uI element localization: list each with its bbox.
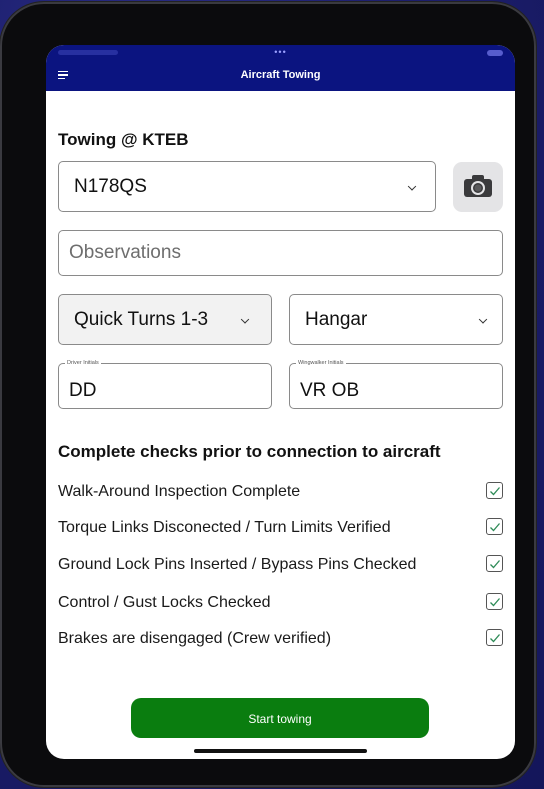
checks-heading: Complete checks prior to connection to a… bbox=[58, 442, 441, 461]
tablet-frame: ••• Aircraft Towing Towing @ KTEB N178QS… bbox=[0, 2, 536, 787]
turn-type-select[interactable]: Quick Turns 1-3 bbox=[58, 294, 272, 345]
checkbox[interactable] bbox=[486, 593, 503, 610]
app-screen: ••• Aircraft Towing Towing @ KTEB N178QS… bbox=[46, 45, 515, 759]
status-bar: ••• bbox=[46, 45, 515, 61]
check-item-label: Brakes are disengaged (Crew verified) bbox=[58, 630, 332, 647]
check-item-label: Walk-Around Inspection Complete bbox=[58, 483, 301, 500]
status-time-indicator bbox=[58, 50, 118, 55]
wingwalker-initials-label: Wingwalker Initials bbox=[296, 359, 346, 367]
check-item: Brakes are disengaged (Crew verified) bbox=[58, 629, 503, 650]
checkmark-icon bbox=[490, 487, 500, 496]
aircraft-select[interactable]: N178QS bbox=[58, 161, 436, 212]
chevron-down-icon bbox=[478, 314, 488, 324]
observations-placeholder: Observations bbox=[69, 242, 181, 263]
checkbox[interactable] bbox=[486, 482, 503, 499]
location-select[interactable]: Hangar bbox=[289, 294, 503, 345]
checkmark-icon bbox=[490, 523, 500, 532]
checkmark-icon bbox=[490, 560, 500, 569]
checkbox[interactable] bbox=[486, 555, 503, 572]
location-value: Hangar bbox=[305, 308, 368, 330]
checkbox[interactable] bbox=[486, 518, 503, 535]
chevron-down-icon bbox=[240, 314, 250, 324]
check-item: Control / Gust Locks Checked bbox=[58, 593, 503, 614]
aircraft-value: N178QS bbox=[74, 175, 147, 197]
check-item-label: Torque Links Disconected / Turn Limits V… bbox=[58, 519, 391, 536]
nav-bar: Aircraft Towing bbox=[46, 61, 515, 91]
turn-type-value: Quick Turns 1-3 bbox=[74, 308, 209, 330]
checkbox[interactable] bbox=[486, 629, 503, 646]
battery-icon bbox=[487, 50, 503, 56]
check-item: Ground Lock Pins Inserted / Bypass Pins … bbox=[58, 555, 503, 576]
camera-icon bbox=[464, 175, 492, 197]
chevron-down-icon bbox=[407, 181, 417, 191]
wingwalker-initials-value: VR OB bbox=[300, 380, 360, 401]
home-indicator[interactable] bbox=[194, 749, 367, 753]
wingwalker-initials-field[interactable]: Wingwalker Initials VR OB bbox=[289, 359, 503, 409]
start-towing-button[interactable]: Start towing bbox=[131, 698, 429, 738]
observations-input[interactable]: Observations bbox=[58, 230, 503, 276]
check-item-label: Ground Lock Pins Inserted / Bypass Pins … bbox=[58, 556, 417, 573]
driver-initials-field[interactable]: Driver Initials DD bbox=[58, 359, 272, 409]
checkmark-icon bbox=[490, 634, 500, 643]
check-item: Torque Links Disconected / Turn Limits V… bbox=[58, 518, 503, 539]
check-item-label: Control / Gust Locks Checked bbox=[58, 594, 271, 611]
driver-initials-value: DD bbox=[69, 380, 97, 401]
multitasking-dots-icon[interactable]: ••• bbox=[274, 47, 286, 57]
camera-button[interactable] bbox=[453, 162, 503, 212]
page-title: Aircraft Towing bbox=[240, 69, 321, 81]
towing-location-heading: Towing @ KTEB bbox=[58, 130, 189, 149]
check-item: Walk-Around Inspection Complete bbox=[58, 482, 503, 503]
driver-initials-label: Driver Initials bbox=[65, 359, 101, 367]
checkmark-icon bbox=[490, 598, 500, 607]
